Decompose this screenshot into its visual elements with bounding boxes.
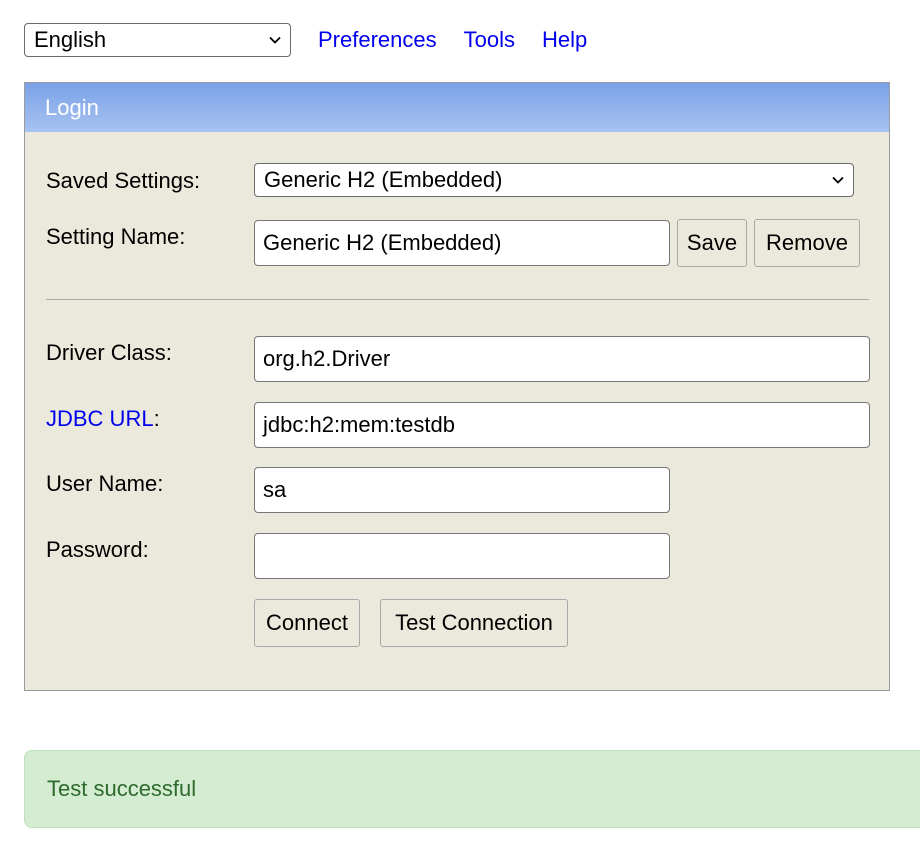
jdbc-url-link[interactable]: JDBC URL [46, 406, 154, 431]
user-name-input[interactable]: sa [254, 467, 670, 513]
status-alert: Test successful [24, 750, 920, 828]
saved-settings-label: Saved Settings: [46, 168, 201, 193]
test-connection-button[interactable]: Test Connection [380, 599, 568, 647]
password-label: Password: [46, 537, 149, 562]
connect-button[interactable]: Connect [254, 599, 360, 647]
driver-class-input[interactable]: org.h2.Driver [254, 336, 870, 382]
login-panel-header: Login [25, 83, 889, 132]
setting-name-label: Setting Name: [46, 224, 186, 249]
jdbc-url-label: JDBC URL: [46, 406, 160, 432]
status-message: Test successful [47, 776, 197, 801]
remove-button[interactable]: Remove [754, 219, 860, 267]
language-select-value: English [34, 27, 107, 52]
jdbc-url-input[interactable]: jdbc:h2:mem:testdb [254, 402, 870, 448]
panel-title: Login [45, 94, 99, 120]
user-name-label: User Name: [46, 471, 164, 496]
chevron-down-icon [269, 36, 281, 44]
tools-link[interactable]: Tools [464, 27, 515, 53]
divider [46, 299, 869, 300]
save-button[interactable]: Save [677, 219, 747, 267]
password-input[interactable] [254, 533, 670, 579]
driver-class-label: Driver Class: [46, 340, 172, 365]
jdbc-url-colon: : [153, 406, 160, 431]
top-bar: English Preferences Tools Help [24, 23, 587, 57]
login-panel: Login Saved Settings: Generic H2 (Embedd… [24, 82, 890, 691]
chevron-down-icon [832, 176, 844, 184]
help-link[interactable]: Help [542, 27, 587, 53]
language-select[interactable]: English [24, 23, 291, 57]
saved-settings-value: Generic H2 (Embedded) [264, 167, 503, 192]
saved-settings-select[interactable]: Generic H2 (Embedded) [254, 163, 854, 197]
preferences-link[interactable]: Preferences [318, 27, 437, 53]
setting-name-input[interactable]: Generic H2 (Embedded) [254, 220, 670, 266]
